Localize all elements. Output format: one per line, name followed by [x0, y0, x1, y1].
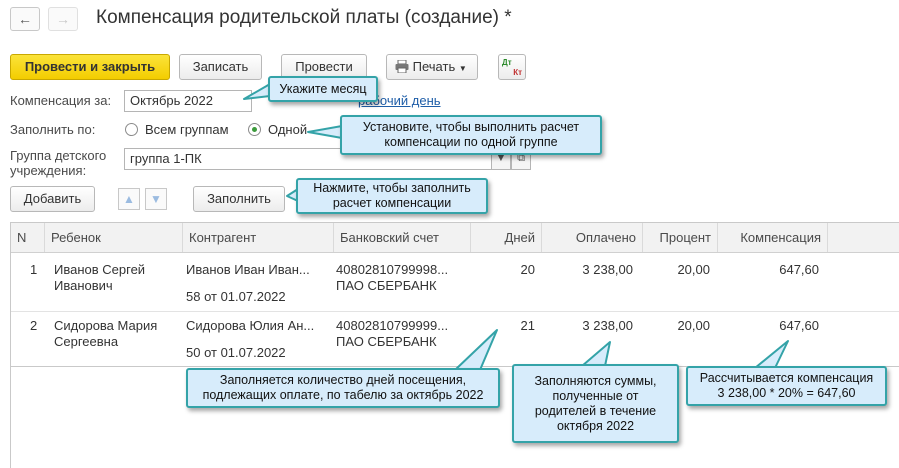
arrow-down-icon: ▼	[150, 192, 162, 206]
row-child: Иванов Сергей Иванович	[54, 262, 146, 293]
arrow-up-icon: ▲	[123, 192, 135, 206]
dt-kt-button[interactable]: Дт Кт	[498, 54, 526, 80]
page-title: Компенсация родительской платы (создание…	[96, 7, 512, 28]
table-row[interactable]: 2 Сидорова Мария Сергеевна Сидорова Юлия …	[11, 312, 899, 367]
row-contractor: Сидорова Юлия Ан...	[186, 318, 315, 333]
row-document: 58 от 01.07.2022	[186, 289, 286, 304]
col-header-paid[interactable]: Оплачено	[542, 223, 643, 252]
row-days: 21	[520, 318, 535, 333]
post-and-close-button[interactable]: Провести и закрыть	[10, 54, 170, 80]
row-compensation: 647,60	[779, 262, 819, 277]
callout-compensation: Рассчитывается компенсация 3 238,00 * 20%…	[686, 366, 887, 406]
arrow-left-icon: ←	[18, 11, 32, 27]
forward-button[interactable]: →	[48, 7, 78, 31]
row-contractor: Иванов Иван Иван...	[186, 262, 310, 277]
callout-days: Заполняется количество дней посещения, по…	[186, 368, 500, 408]
add-button[interactable]: Добавить	[10, 186, 95, 212]
row-paid: 3 238,00	[582, 262, 633, 277]
col-header-contractor[interactable]: Контрагент	[183, 223, 334, 252]
col-header-child[interactable]: Ребенок	[45, 223, 183, 252]
col-header-compensation[interactable]: Компенсация	[718, 223, 828, 252]
row-document: 50 от 01.07.2022	[186, 345, 286, 360]
print-button[interactable]: Печать ▼	[386, 54, 478, 80]
compensation-label: Компенсация за:	[10, 93, 112, 108]
row-paid: 3 238,00	[582, 318, 633, 333]
save-button[interactable]: Записать	[179, 54, 262, 80]
compensation-table: N Ребенок Контрагент Банковский счет Дне…	[10, 222, 899, 468]
group-label: Группа детского учреждения:	[10, 148, 107, 178]
row-percent: 20,00	[677, 262, 710, 277]
radio-all-groups[interactable]	[125, 123, 138, 136]
col-header-n[interactable]: N	[11, 223, 45, 252]
radio-one-group-label: Одной	[268, 122, 308, 137]
compensation-month-field[interactable]: Октябрь 2022	[124, 90, 252, 112]
callout-paid: Заполняются суммы, полученные от родителей…	[512, 364, 679, 443]
move-down-button[interactable]: ▼	[145, 188, 167, 210]
row-percent: 20,00	[677, 318, 710, 333]
row-number: 2	[30, 318, 38, 333]
fill-label: Заполнить по:	[10, 122, 96, 137]
col-header-account[interactable]: Банковский счет	[334, 223, 471, 252]
row-account: 40802810799999... ПАО СБЕРБАНК	[336, 318, 449, 349]
callout-one-group: Установите, чтобы выполнить расчет компен…	[340, 115, 602, 155]
chevron-down-icon: ▼	[458, 64, 467, 73]
row-account: 40802810799998... ПАО СБЕРБАНК	[336, 262, 449, 293]
print-label: Печать	[412, 59, 456, 74]
callout-fill: Нажмите, чтобы заполнить расчет компенсац…	[296, 178, 488, 214]
arrow-right-icon: →	[56, 11, 70, 27]
radio-one-group[interactable]	[248, 123, 261, 136]
row-child: Сидорова Мария Сергеевна	[54, 318, 158, 349]
col-header-days[interactable]: Дней	[471, 223, 542, 252]
table-row[interactable]: 1 Иванов Сергей Иванович Иванов Иван Иван…	[11, 253, 899, 312]
row-days: 20	[520, 262, 535, 277]
row-number: 1	[30, 262, 38, 277]
back-button[interactable]: ←	[10, 7, 40, 31]
move-up-button[interactable]: ▲	[118, 188, 140, 210]
fill-button[interactable]: Заполнить	[193, 186, 285, 212]
col-header-percent[interactable]: Процент	[643, 223, 718, 252]
table-header: N Ребенок Контрагент Банковский счет Дне…	[11, 223, 899, 253]
row-compensation: 647,60	[779, 318, 819, 333]
printer-icon	[395, 59, 409, 74]
callout-month: Укажите месяц	[268, 76, 378, 102]
dt-kt-icon: Дт Кт	[502, 58, 522, 77]
radio-all-groups-label: Всем группам	[145, 122, 229, 137]
